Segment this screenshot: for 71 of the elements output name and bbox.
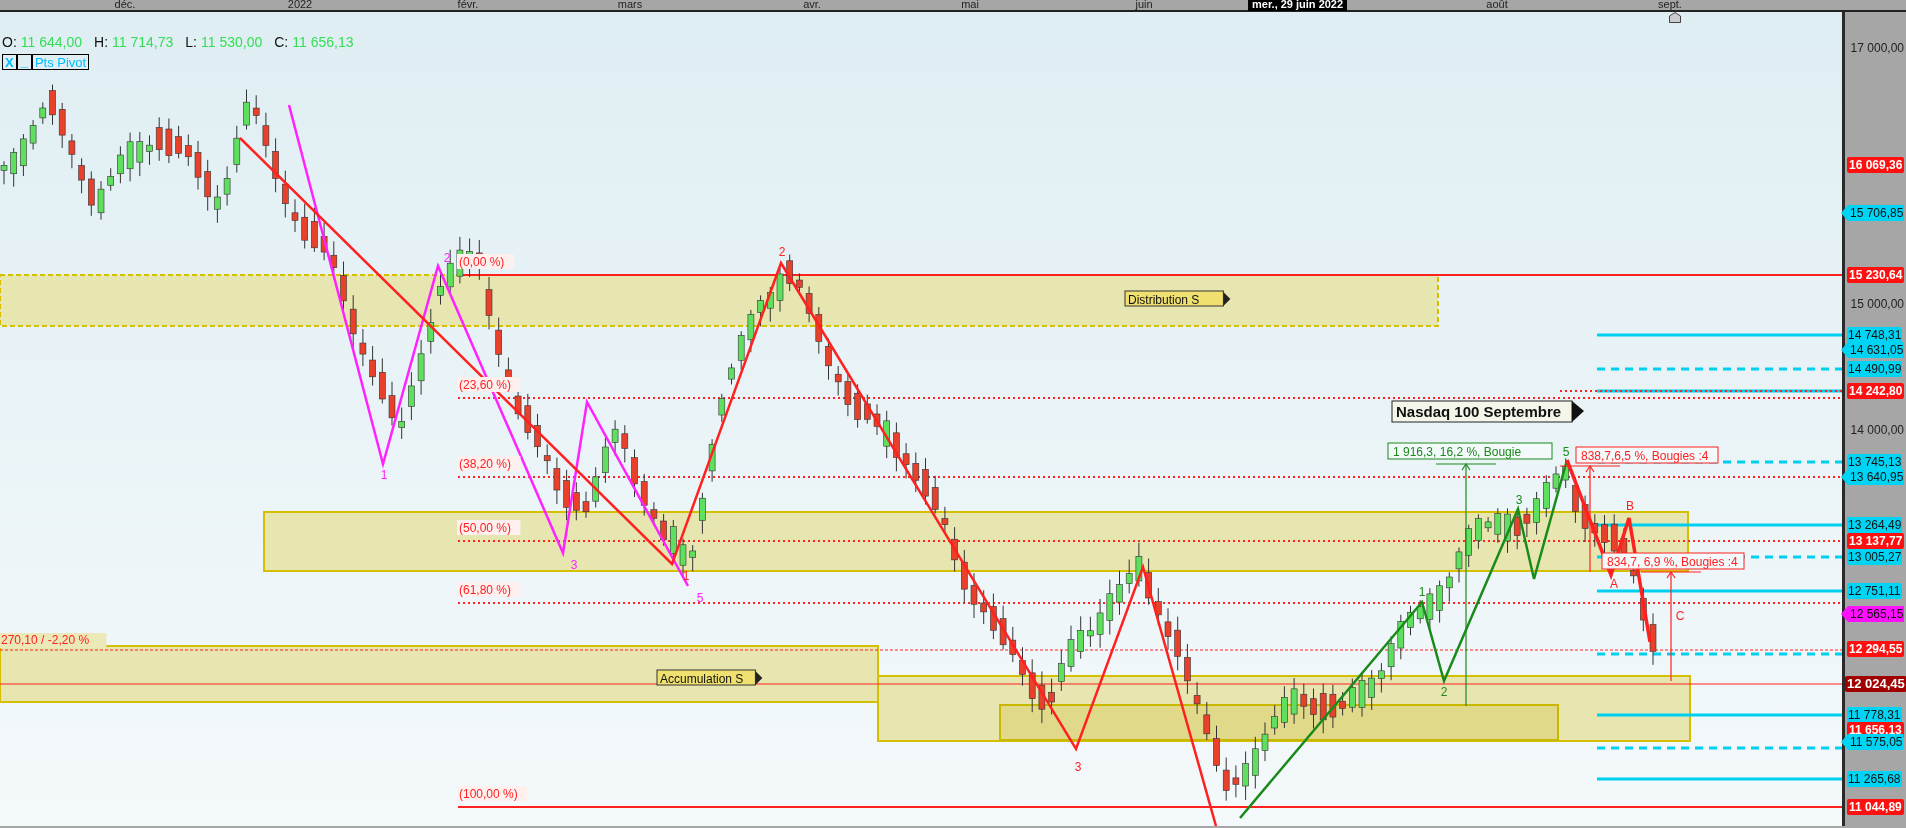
- month-label: avr.: [803, 0, 821, 10]
- fibonacci-level-label: (50,00 %): [457, 520, 521, 535]
- price-tag: 14 631,05: [1841, 342, 1905, 358]
- price-tick-label: 14 000,00: [1850, 422, 1904, 438]
- month-label: mai: [961, 0, 979, 10]
- fibonacci-level-label: (23,60 %): [457, 377, 521, 392]
- zone-label: Accumulation S: [656, 669, 763, 686]
- price-tag: 14 242,80: [1847, 383, 1905, 399]
- measurement-label: 838,7,6,5 %, Bougies :4: [1575, 446, 1719, 464]
- month-label: sept.: [1658, 0, 1682, 10]
- wave-label: 3: [570, 558, 578, 572]
- price-tag: 11 265,68: [1847, 771, 1902, 787]
- wave-label: A: [1610, 577, 1618, 591]
- price-tick-label: 17 000,00: [1850, 40, 1904, 56]
- price-tag: 15 706,85: [1841, 205, 1905, 221]
- price-tag: 14 490,99: [1847, 361, 1903, 377]
- wave-label: 2: [1440, 685, 1448, 699]
- wave-label: 5: [1562, 445, 1570, 459]
- price-tag: 12 024,45: [1845, 676, 1906, 692]
- ohlc-label: L:: [185, 33, 197, 52]
- price-tag: 11 575,05: [1841, 734, 1904, 750]
- wave-label: 1: [380, 468, 388, 482]
- measurement-label: 834,7, 6,9 %, Bougies :4: [1601, 552, 1745, 570]
- price-tag: 16 069,36: [1847, 157, 1905, 173]
- extension-label: 270,10 / -2,20 %: [0, 633, 107, 648]
- month-label: juin: [1135, 0, 1153, 10]
- date-cursor-label: mer., 29 juin 2022: [1248, 0, 1348, 11]
- wave-label: 3: [1074, 760, 1082, 774]
- wave-label: C: [1675, 609, 1685, 623]
- month-label: mars: [617, 0, 643, 10]
- ohlc-label: H:: [94, 33, 109, 52]
- zone-label: Distribution S: [1124, 290, 1231, 307]
- wave-label: 1: [1418, 585, 1426, 599]
- price-tag: 13 005,27: [1847, 549, 1903, 565]
- indicator-name-button[interactable]: Pts Pivot: [31, 54, 90, 70]
- close-button[interactable]: X: [2, 54, 17, 70]
- month-label: déc.: [114, 0, 136, 10]
- wave-label: 2: [778, 245, 786, 259]
- price-tag: 12 751,11: [1847, 583, 1902, 599]
- month-label: 2022: [287, 0, 313, 10]
- wave-label: 3: [1515, 493, 1523, 507]
- wave-label: B: [1626, 499, 1634, 513]
- fibonacci-level-label: (100,00 %): [457, 786, 527, 801]
- ohlc-value: 11 530,00: [200, 33, 263, 52]
- price-tag: 11 778,31: [1847, 707, 1902, 723]
- price-tick-label: 15 000,00: [1850, 296, 1904, 312]
- ohlc-value: 11 656,13: [292, 33, 354, 52]
- price-tag: 12 565,15: [1841, 606, 1905, 622]
- ohlc-label: O:: [2, 33, 17, 52]
- fibonacci-level-label: (61,80 %): [457, 582, 521, 597]
- wave-label: 1: [682, 569, 690, 583]
- minimize-button[interactable]: _: [16, 54, 32, 70]
- price-tag: 11 044,89: [1847, 799, 1904, 815]
- month-label: août: [1486, 0, 1508, 10]
- price-tag: 12 294,55: [1847, 641, 1905, 657]
- fibonacci-level-label: (0,00 %): [457, 254, 514, 269]
- measurement-label: 1 916,3, 16,2 %, Bougie: [1387, 442, 1553, 460]
- month-label: févr.: [457, 0, 479, 10]
- price-tag: 14 748,31: [1847, 327, 1903, 343]
- price-tag: 13 745,13: [1847, 454, 1903, 470]
- fibonacci-level-label: (38,20 %): [457, 456, 521, 471]
- price-tag: 15 230,64: [1847, 267, 1905, 283]
- ohlc-label: C:: [274, 33, 289, 52]
- price-tag: 13 264,49: [1847, 517, 1903, 533]
- wave-label: 5: [696, 591, 704, 605]
- price-tag: 13 640,95: [1841, 469, 1905, 485]
- instrument-label: Nasdaq 100 Septembre: [1391, 400, 1584, 423]
- ohlc-value: 11 714,73: [112, 33, 174, 52]
- price-tag: 13 137,77: [1847, 533, 1905, 549]
- wave-label: 2: [443, 251, 451, 265]
- ohlc-value: 11 644,00: [20, 33, 83, 52]
